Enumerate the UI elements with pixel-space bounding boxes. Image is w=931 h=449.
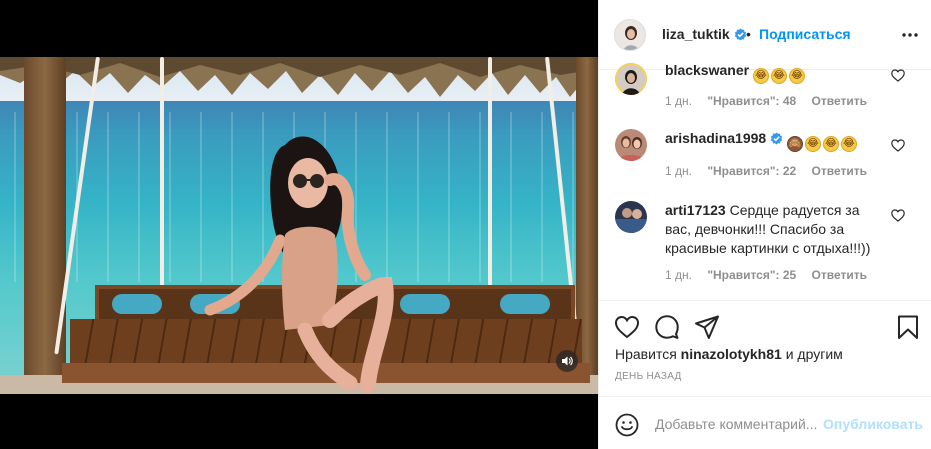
publish-button[interactable]: Опубликовать: [823, 416, 923, 432]
avatar[interactable]: [615, 129, 647, 161]
comment-meta: 1 дн. "Нравится": 25 Ответить: [665, 268, 879, 282]
commenter-avatar-image: [615, 201, 647, 233]
bench-cutout: [500, 294, 550, 314]
post-sidebar: liza_tuktik • Подписаться blackswaner 😂 …: [598, 0, 931, 449]
verified-badge-icon: [770, 132, 783, 145]
emoji-laughing: 😂: [804, 136, 821, 152]
person-figure: [204, 136, 394, 393]
share-paper-plane-icon[interactable]: [694, 314, 720, 340]
likes-others-link[interactable]: и другим: [786, 346, 843, 362]
follow-button[interactable]: Подписаться: [759, 26, 851, 42]
more-options-icon[interactable]: [899, 26, 921, 44]
emoji-smiley-icon[interactable]: [615, 413, 639, 437]
avatar[interactable]: [615, 201, 647, 233]
author-avatar-image: [615, 20, 645, 50]
commenter-avatar-image: [615, 63, 647, 95]
author-username[interactable]: liza_tuktik: [662, 26, 747, 42]
author-username-text: liza_tuktik: [662, 26, 730, 42]
like-heart-icon[interactable]: [614, 314, 640, 340]
emoji-laughing: 😂: [822, 136, 839, 152]
comment-like-heart-icon[interactable]: [891, 69, 905, 82]
swing-rope: [488, 57, 492, 287]
comments-list[interactable]: blackswaner 😂 😂 😂 1 дн. "Нравится": 48 Отв…: [599, 55, 931, 300]
verified-badge-icon: [734, 28, 746, 41]
likes-summary: Нравится ninazolotykh81 и другим: [615, 346, 843, 362]
comment-time[interactable]: 1 дн.: [665, 164, 692, 178]
comment-bubble-icon[interactable]: [654, 314, 680, 340]
thatch-roof: [0, 57, 598, 97]
post-date[interactable]: ДЕНЬ НАЗАД: [615, 371, 682, 382]
comment-text: blackswaner 😂 😂 😂: [665, 61, 885, 84]
comment-like-count[interactable]: "Нравится": 48: [707, 94, 796, 108]
reply-button[interactable]: Ответить: [812, 164, 867, 178]
reply-button[interactable]: Ответить: [812, 268, 867, 282]
mute-toggle-button[interactable]: [556, 350, 578, 372]
speaker-icon: [562, 356, 573, 366]
save-bookmark-icon[interactable]: [895, 314, 921, 340]
add-comment-bar: Опубликовать: [599, 396, 931, 449]
comment-like-heart-icon[interactable]: [891, 209, 905, 222]
comment-time[interactable]: 1 дн.: [665, 268, 692, 282]
comment-like-heart-icon[interactable]: [891, 139, 905, 152]
swing-rope: [160, 57, 164, 287]
comment-like-count[interactable]: "Нравится": 25: [707, 268, 796, 282]
post-actions-bar: [599, 300, 931, 352]
comment-username[interactable]: arti17123: [665, 202, 726, 218]
liked-by-username[interactable]: ninazolotykh81: [681, 346, 782, 362]
comment-like-count[interactable]: "Нравится": 22: [707, 164, 796, 178]
avatar[interactable]: [614, 19, 646, 51]
comment-input[interactable]: [655, 413, 820, 435]
comment-meta: 1 дн. "Нравится": 22 Ответить: [665, 164, 879, 178]
avatar[interactable]: [615, 63, 647, 95]
comment-time[interactable]: 1 дн.: [665, 94, 692, 108]
comment-text: arti17123 Сердце радуется за вас, девчон…: [665, 201, 885, 258]
emoji-laughing: 😂: [788, 68, 805, 84]
video-frame[interactable]: [0, 57, 598, 394]
comment-text: arishadina1998 🙈 😂 😂 😂: [665, 129, 885, 152]
comment-username[interactable]: blackswaner: [665, 62, 749, 78]
likes-prefix: Нравится: [615, 346, 677, 362]
emoji-see-no-evil-monkey: 🙈: [786, 136, 803, 152]
comment-meta: 1 дн. "Нравится": 48 Ответить: [665, 94, 879, 108]
emoji-laughing: 😂: [770, 68, 787, 84]
emoji-laughing: 😂: [840, 136, 857, 152]
reply-button[interactable]: Ответить: [812, 94, 867, 108]
post-media[interactable]: [0, 0, 598, 449]
header-separator: •: [746, 26, 751, 42]
comment-username[interactable]: arishadina1998: [665, 130, 766, 146]
emoji-laughing: 😂: [752, 68, 769, 84]
commenter-avatar-image: [615, 129, 647, 161]
bench-cutout: [112, 294, 162, 314]
